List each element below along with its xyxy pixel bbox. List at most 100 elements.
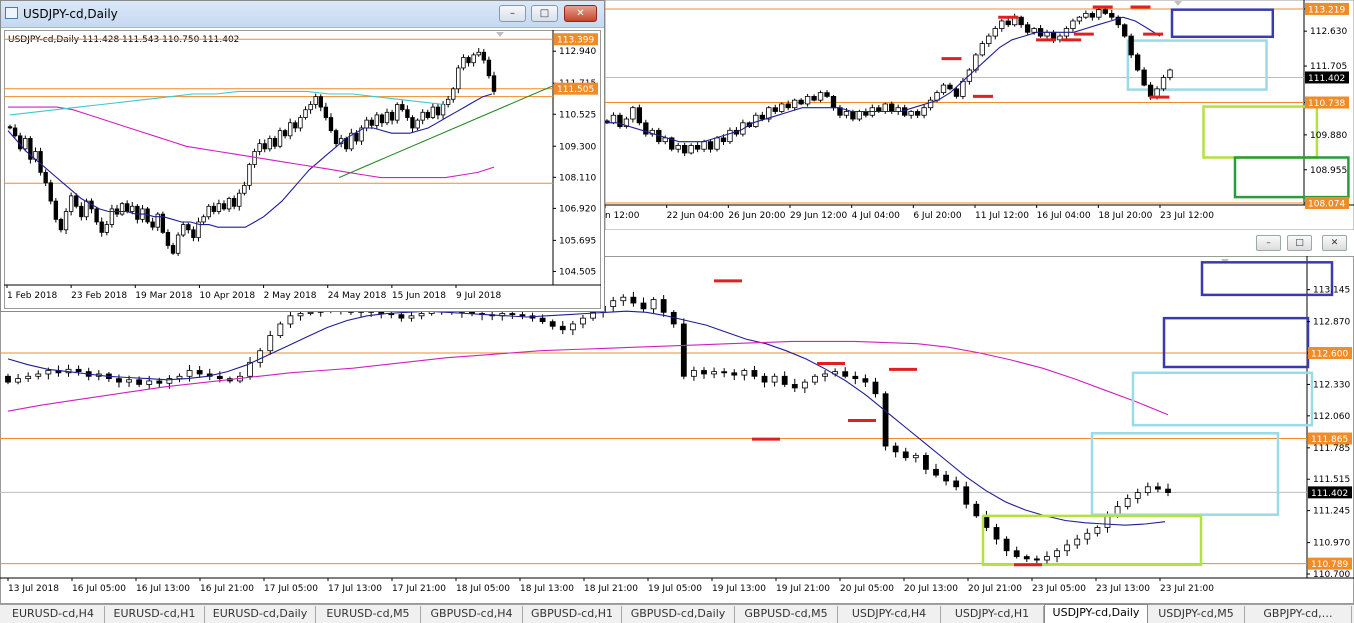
- time-tick-label: 16 Jul 13:00: [136, 584, 190, 594]
- candle-body: [68, 195, 74, 212]
- tab-gbpusd-cd-m5[interactable]: GBPUSD-cd,M5: [735, 606, 838, 623]
- candle-body: [395, 104, 400, 121]
- candle-body: [711, 371, 717, 375]
- price-tick-label: 109.300: [559, 142, 596, 152]
- tab-usdjpy-cd-m5[interactable]: USDJPY-cd,M5: [1148, 606, 1245, 623]
- candle-body: [79, 205, 84, 218]
- candle-body: [400, 104, 405, 111]
- candle-body: [751, 370, 758, 377]
- candle-body: [35, 373, 42, 377]
- tab-usdjpy-cd-daily[interactable]: USDJPY-cd,Daily: [1044, 604, 1148, 623]
- candle-body: [418, 313, 425, 317]
- time-tick-label: 19 Mar 2018: [135, 291, 192, 301]
- candle-body: [318, 96, 323, 108]
- candle-body: [191, 229, 196, 239]
- candle-body: [15, 378, 21, 383]
- candle-body: [1165, 488, 1171, 493]
- tab-gbpusd-cd-h1[interactable]: GBPUSD-cd,H1: [523, 606, 622, 623]
- candle-body: [1104, 515, 1111, 528]
- price-tick-label: 109.880: [1310, 131, 1347, 141]
- price-tick-label: 112.630: [1310, 27, 1347, 37]
- candle-body: [882, 393, 889, 447]
- tab-eurusd-cd-h1[interactable]: EURUSD-cd,H1: [105, 606, 205, 623]
- candle-body: [1141, 69, 1147, 86]
- candle-body: [221, 203, 227, 210]
- close-button[interactable]: ✕: [564, 5, 597, 22]
- time-tick-label: 23 Jul 05:00: [1032, 584, 1086, 594]
- time-tick-label: 17 Jul 21:00: [392, 584, 446, 594]
- m5-minimize-button[interactable]: –: [1256, 235, 1281, 251]
- candle-body: [1096, 9, 1102, 18]
- candle-body: [993, 527, 1000, 540]
- candle-body: [354, 132, 359, 142]
- m5-maximize-button[interactable]: □: [1287, 235, 1312, 251]
- candle-body: [58, 218, 64, 231]
- candle-body: [75, 368, 82, 373]
- candle-body: [927, 99, 934, 109]
- candle-body: [333, 130, 339, 145]
- price-label-text: 113.399: [557, 36, 594, 46]
- price-label-text: 111.402: [1308, 74, 1345, 84]
- candle-body: [84, 200, 89, 218]
- candle-body: [425, 111, 430, 118]
- candle-body: [804, 96, 811, 105]
- candle-body: [277, 323, 284, 336]
- candle-body: [1134, 492, 1141, 499]
- candle-body: [620, 296, 627, 302]
- tab-eurusd-cd-m5[interactable]: EURUSD-cd,M5: [316, 606, 421, 623]
- maximize-button[interactable]: □: [531, 5, 558, 22]
- candle-body: [1094, 527, 1101, 534]
- candle-body: [569, 323, 576, 331]
- daily-chart[interactable]: USDJPY-cd,Daily 111.428 111.543 110.750 …: [4, 30, 601, 309]
- candle-body: [1003, 538, 1010, 552]
- tab-eurusd-cd-daily[interactable]: EURUSD-cd,Daily: [205, 606, 316, 623]
- candle-body: [272, 138, 278, 147]
- daily-window-titlebar[interactable]: USDJPY-cd,Daily – □ ✕: [1, 1, 604, 28]
- candle-body: [914, 111, 921, 116]
- chart-tab-bar: EURUSD-cd,H4 EURUSD-cd,H1 EURUSD-cd,Daily E…: [0, 604, 1354, 623]
- candle-body: [1044, 556, 1050, 561]
- candle-body: [1044, 31, 1050, 37]
- time-tick-label: 18 Jul 20:00: [1098, 211, 1152, 221]
- candle-body: [694, 145, 701, 150]
- candle-body: [933, 468, 939, 476]
- price-tick-label: 108.955: [1310, 166, 1347, 176]
- time-tick-label: 24 May 2018: [328, 291, 387, 301]
- daily-chart-window[interactable]: USDJPY-cd,Daily – □ ✕ USDJPY-cd,Daily 11…: [0, 0, 605, 312]
- time-tick-label: 16 Jul 05:00: [72, 584, 126, 594]
- candle-body: [680, 323, 687, 377]
- time-tick-label: 16 Jul 04:00: [1037, 211, 1091, 221]
- candle-body: [45, 370, 52, 375]
- candle-body: [1122, 24, 1128, 37]
- candle-body: [701, 141, 707, 150]
- tab-usdjpy-cd-h4[interactable]: USDJPY-cd,H4: [838, 606, 941, 623]
- candle-body: [727, 129, 733, 143]
- candle-body: [902, 107, 908, 116]
- time-tick-label: 18 Jul 13:00: [520, 584, 574, 594]
- candle-body: [1102, 9, 1108, 14]
- tab-gbpusd-cd-h4[interactable]: GBPUSD-cd,H4: [421, 606, 523, 623]
- candle-body: [293, 122, 298, 129]
- tab-gbpjpy-cd[interactable]: GBPJPY-cd,…: [1245, 606, 1352, 623]
- candle-body: [923, 454, 929, 470]
- candle-body: [509, 313, 516, 316]
- candle-body: [660, 299, 667, 313]
- h4-chart[interactable]: 113.219 112.630 111.705 110.738 109.880 108.9…: [605, 0, 1354, 230]
- candle-body: [43, 171, 48, 184]
- candle-body: [1070, 20, 1076, 29]
- tab-eurusd-cd-h4[interactable]: EURUSD-cd,H4: [2, 606, 105, 623]
- m5-close-button[interactable]: ✕: [1322, 235, 1347, 251]
- time-tick-label: 2 May 2018: [264, 291, 317, 301]
- candle-body: [714, 137, 720, 150]
- candle-body: [466, 57, 471, 64]
- price-label-text: 108.074: [1308, 199, 1345, 209]
- time-tick-label: 9 Jul 2018: [456, 291, 501, 301]
- candle-body: [155, 213, 160, 228]
- tab-gbpusd-cd-daily[interactable]: GBPUSD-cd,Daily: [622, 606, 735, 623]
- tab-usdjpy-cd-h1[interactable]: USDJPY-cd,H1: [941, 606, 1044, 623]
- minimize-button[interactable]: –: [499, 5, 526, 22]
- price-tick-label: 111.705: [1310, 62, 1347, 72]
- candle-body: [1024, 24, 1031, 33]
- time-tick-label: 1 Feb 2018: [7, 291, 58, 301]
- candle-body: [170, 245, 176, 254]
